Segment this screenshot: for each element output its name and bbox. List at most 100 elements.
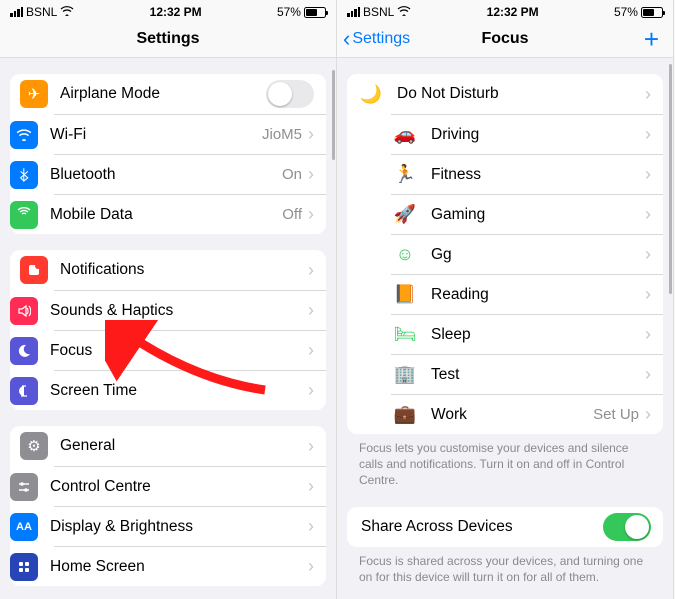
group-connectivity: ✈ Airplane Mode Wi-Fi JioM5 › Bluetooth … [10,74,326,234]
chevron-icon: › [308,380,314,401]
focus-row-gaming[interactable]: 🚀Gaming› [391,194,663,234]
nav-bar: Settings [0,20,336,58]
focus-list: 🌙Do Not Disturb›🚗Driving›🏃Fitness›🚀Gamin… [347,74,663,434]
row-label: Sleep [431,326,645,344]
focus-row-driving[interactable]: 🚗 Driving› [391,114,663,154]
chevron-icon: › [308,516,314,537]
clock-text: 12:32 PM [150,5,202,19]
group-general: ⚙ General › Control Centre › AA Display … [10,426,326,586]
chevron-icon: › [308,124,314,145]
group-attention: Notifications › Sounds & Haptics › Focus… [10,250,326,410]
row-label: Gg [431,246,645,264]
row-label: Reading [431,286,645,304]
row-label: Focus [50,342,308,360]
control-centre-icon [10,473,38,501]
row-label: Driving [431,126,645,144]
notifications-icon [20,256,48,284]
footer-text: Focus is shared across your devices, and… [337,547,673,587]
bluetooth-icon [10,161,38,189]
airplane-icon: ✈ [20,80,48,108]
airplane-toggle[interactable] [266,80,314,108]
focus-item-icon: 📙 [391,281,419,309]
display-icon: AA [10,513,38,541]
row-general[interactable]: ⚙ General › [10,426,326,466]
row-label: Home Screen [50,558,308,576]
scrollbar[interactable] [332,70,335,160]
sounds-icon [10,297,38,325]
focus-item-icon: 🏢 [391,361,419,389]
page-title: Settings [136,30,199,48]
row-label: Display & Brightness [50,518,308,536]
wifi-icon [10,121,38,149]
chevron-icon: › [645,84,651,105]
row-label: Notifications [60,261,308,279]
row-value: On [282,166,302,183]
row-sounds[interactable]: Sounds & Haptics › [54,290,326,330]
row-label: Bluetooth [50,166,282,184]
row-value: Set Up [593,406,639,423]
chevron-icon: › [645,284,651,305]
focus-row-fitness[interactable]: 🏃Fitness› [391,154,663,194]
share-toggle[interactable] [603,513,651,541]
row-label: Mobile Data [50,206,282,224]
chevron-icon: › [645,124,651,145]
focus-item-icon: 🌙 [357,80,385,108]
focus-item-icon: 🏃 [391,161,419,189]
focus-item-icon: 🛏 [391,321,419,349]
back-button[interactable]: ‹ Settings [343,26,410,52]
scrollbar[interactable] [669,64,672,294]
row-label: Test [431,366,645,384]
chevron-icon: › [645,364,651,385]
chevron-icon: › [308,436,314,457]
add-button[interactable]: + [644,26,659,52]
chevron-icon: › [645,244,651,265]
row-notifications[interactable]: Notifications › [10,250,326,290]
row-mobile-data[interactable]: Mobile Data Off › [54,194,326,234]
focus-row-do-not-disturb[interactable]: 🌙 Do Not Disturb› [347,74,663,114]
settings-screen: BSNL 12:32 PM 57% Settings ✈ Airplane Mo… [0,0,337,599]
footer-text: Focus lets you customise your devices an… [337,434,673,491]
gear-icon: ⚙ [20,432,48,460]
battery-icon [304,7,326,18]
battery-icon [641,7,663,18]
row-wifi[interactable]: Wi-Fi JioM5 › [54,114,326,154]
screen-time-icon [10,377,38,405]
row-home-screen[interactable]: Home Screen › [54,546,326,586]
row-airplane[interactable]: ✈ Airplane Mode [10,74,326,114]
chevron-icon: › [308,476,314,497]
focus-row-reading[interactable]: 📙 Reading› [391,274,663,314]
focus-row-work[interactable]: 💼WorkSet Up› [391,394,663,434]
chevron-left-icon: ‹ [343,26,350,52]
row-share-across[interactable]: Share Across Devices [347,507,663,547]
signal-icon [10,7,23,17]
row-label: Do Not Disturb [397,85,645,103]
row-label: Sounds & Haptics [50,302,308,320]
row-label: Airplane Mode [60,85,266,103]
row-label: General [60,437,308,455]
row-value: JioM5 [262,126,302,143]
row-label: Gaming [431,206,645,224]
chevron-icon: › [308,340,314,361]
chevron-icon: › [308,164,314,185]
row-bluetooth[interactable]: Bluetooth On › [54,154,326,194]
home-screen-icon [10,553,38,581]
chevron-icon: › [308,260,314,281]
focus-row-gg[interactable]: ☺Gg› [391,234,663,274]
mobile-data-icon [10,201,38,229]
row-label: Control Centre [50,478,308,496]
carrier-text: BSNL [363,5,394,19]
chevron-icon: › [308,556,314,577]
wifi-icon [397,5,411,19]
focus-row-test[interactable]: 🏢 Test› [391,354,663,394]
focus-row-sleep[interactable]: 🛏Sleep› [391,314,663,354]
row-screen-time[interactable]: Screen Time › [54,370,326,410]
focus-item-icon: 🚗 [391,121,419,149]
row-control-centre[interactable]: Control Centre › [54,466,326,506]
battery-pct: 57% [614,5,638,19]
row-label: Work [431,406,593,424]
row-display[interactable]: AA Display & Brightness › [54,506,326,546]
nav-bar: ‹ Settings Focus + [337,20,673,58]
clock-text: 12:32 PM [487,5,539,19]
row-label: Fitness [431,166,645,184]
row-focus[interactable]: Focus › [54,330,326,370]
